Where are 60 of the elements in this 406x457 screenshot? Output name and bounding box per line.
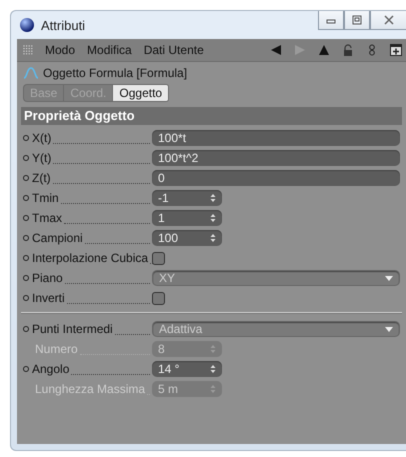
field-label: Interpolazione Cubica: [31, 251, 148, 265]
animation-dot-icon[interactable]: [23, 295, 29, 301]
animation-dot-icon[interactable]: [23, 275, 29, 281]
text-field[interactable]: 100*t^2: [152, 150, 400, 166]
animation-dot-icon[interactable]: [23, 155, 29, 161]
spinner-arrows-icon[interactable]: [210, 233, 216, 243]
field-label: Angolo: [31, 362, 70, 376]
spinner-arrows-icon[interactable]: [210, 213, 216, 223]
animation-dot-icon[interactable]: [23, 255, 29, 261]
maximize-button[interactable]: [344, 11, 370, 30]
add-icon[interactable]: [390, 44, 402, 56]
checkbox[interactable]: [152, 252, 165, 264]
number-field[interactable]: 1: [152, 210, 222, 226]
back-arrow-icon[interactable]: [270, 44, 282, 56]
field-label: Tmax: [31, 211, 62, 225]
number-field[interactable]: 100: [152, 230, 222, 246]
grip-icon: [23, 45, 33, 55]
up-arrow-icon[interactable]: [318, 44, 330, 56]
animation-dot-icon[interactable]: [23, 366, 29, 372]
field-label: Inverti: [31, 291, 65, 305]
menu-item[interactable]: Modo: [45, 43, 76, 57]
animation-dot-icon[interactable]: [23, 175, 29, 181]
text-field[interactable]: 0: [152, 170, 400, 186]
animation-dot-icon[interactable]: [23, 215, 29, 221]
field-label: Numero: [34, 342, 78, 356]
menu-item[interactable]: Dati Utente: [144, 43, 204, 57]
sphere-icon: [19, 17, 35, 33]
dropdown[interactable]: Adattiva: [152, 321, 400, 337]
window-title: Attributi: [41, 18, 86, 32]
text-field[interactable]: 100*t: [152, 130, 400, 146]
animation-dot-icon[interactable]: [23, 326, 29, 332]
close-icon: [382, 14, 394, 26]
number-field[interactable]: -1: [152, 190, 222, 206]
curve-icon: [23, 66, 39, 80]
animation-dot-icon[interactable]: [23, 135, 29, 141]
field-label: Campioni: [31, 231, 83, 245]
field-label: X(t): [31, 131, 52, 145]
caret-icon: [385, 326, 393, 332]
field-label: Z(t): [31, 171, 51, 185]
field-label: Lunghezza Massima: [34, 382, 146, 396]
close-button[interactable]: [370, 11, 406, 30]
tab[interactable]: Oggetto: [112, 84, 170, 102]
field-label: Tmin: [31, 191, 59, 205]
animation-dot-icon[interactable]: [23, 235, 29, 241]
checkbox[interactable]: [152, 292, 165, 304]
animation-dot-icon[interactable]: [23, 195, 29, 201]
minimize-button[interactable]: [318, 11, 344, 30]
section-header: Proprietà Oggetto: [21, 107, 402, 125]
field-label: Punti Intermedi: [31, 322, 113, 336]
object-name: Oggetto Formula [Formula]: [43, 66, 188, 80]
number-field[interactable]: 14 °: [152, 361, 222, 377]
menu-item[interactable]: Modifica: [87, 43, 132, 57]
spinner-arrows-icon[interactable]: [210, 364, 216, 374]
field-label: Piano: [31, 271, 63, 285]
dropdown[interactable]: XY: [152, 270, 400, 286]
caret-icon: [385, 276, 393, 280]
spinner-arrows-icon[interactable]: [210, 193, 216, 203]
maximize-icon: [351, 14, 363, 26]
field-label: Y(t): [31, 151, 52, 165]
lock-icon[interactable]: [342, 44, 354, 56]
